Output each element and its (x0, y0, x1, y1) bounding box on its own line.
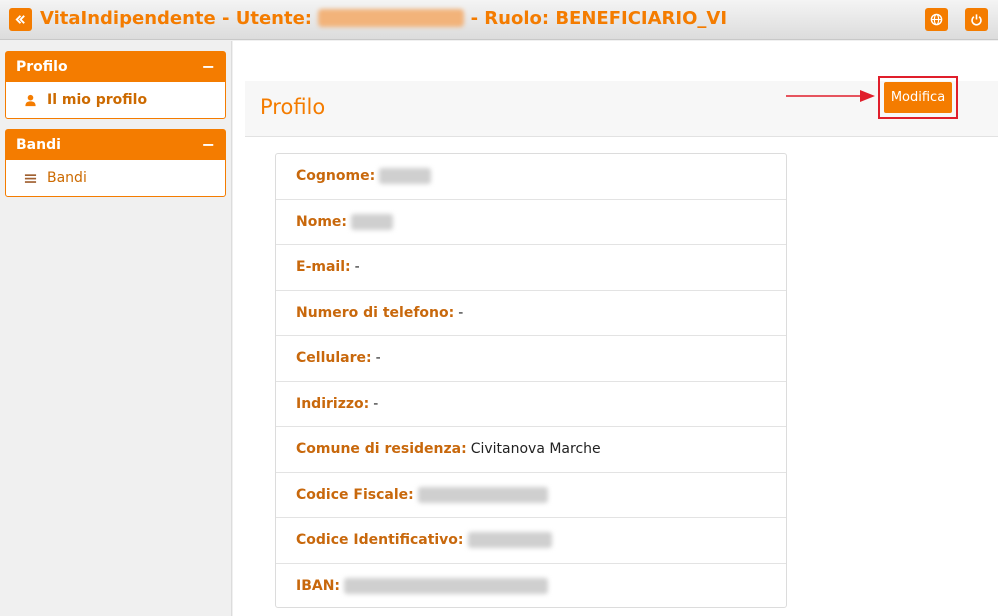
highlight-box: Modifica (878, 76, 958, 119)
panel-profilo-header[interactable]: Profilo − (6, 52, 225, 82)
redacted-value (417, 486, 548, 503)
power-icon (971, 14, 982, 26)
field-label: Cognome: (296, 168, 376, 185)
field-value: - (375, 350, 381, 367)
field-label: Codice Fiscale: (296, 486, 414, 503)
field-nome: Nome: (276, 200, 786, 245)
logout-button[interactable] (965, 8, 988, 31)
user-icon (25, 94, 36, 106)
field-comune-residenza: Comune di residenza: Civitanova Marche (276, 427, 786, 473)
field-codice-identificativo: Codice Identificativo: (276, 518, 786, 564)
field-value: - (354, 259, 360, 276)
sidebar-item-bandi[interactable]: Bandi (6, 160, 225, 196)
redacted-value (351, 213, 394, 230)
redacted-value (344, 578, 549, 595)
field-numero-telefono: Numero di telefono: - (276, 291, 786, 336)
field-label: Comune di residenza: (296, 441, 467, 458)
field-label: Nome: (296, 213, 348, 230)
double-chevron-left-icon (15, 15, 25, 24)
field-label: E-mail: (296, 259, 351, 276)
sidebar-item-il-mio-profilo[interactable]: Il mio profilo (6, 82, 225, 118)
field-value: - (373, 395, 379, 412)
collapse-icon[interactable]: − (202, 59, 215, 75)
field-label: IBAN: (296, 578, 341, 595)
title-prefix: VitaIndipendente - Utente: (40, 8, 312, 29)
redacted-value (467, 532, 552, 549)
field-iban: IBAN: (276, 564, 786, 610)
profile-card: Cognome: Nome: E-mail: - Numero di telef… (275, 153, 787, 608)
field-cellulare: Cellulare: - (276, 336, 786, 382)
field-label: Codice Identificativo: (296, 532, 464, 549)
collapse-icon[interactable]: − (202, 137, 215, 153)
field-value: Civitanova Marche (470, 441, 601, 458)
collapse-sidebar-button[interactable] (9, 8, 32, 31)
list-icon (24, 173, 37, 183)
field-value: - (458, 304, 464, 321)
panel-bandi: Bandi − Bandi (5, 129, 226, 197)
sidebar-item-label: Il mio profilo (47, 92, 148, 108)
annotation-arrow-icon (786, 90, 875, 102)
redacted-username (318, 9, 465, 27)
panel-title: Bandi (16, 137, 61, 153)
title-role: - Ruolo: BENEFICIARIO_VI (470, 8, 728, 29)
field-indirizzo: Indirizzo: - (276, 382, 786, 427)
redacted-value (379, 168, 432, 185)
panel-title: Profilo (16, 59, 68, 75)
top-bar: VitaIndipendente - Utente: - Ruolo: BENE… (0, 0, 998, 40)
field-email: E-mail: - (276, 245, 786, 291)
field-label: Numero di telefono: (296, 304, 455, 321)
field-label: Cellulare: (296, 350, 372, 367)
modifica-button[interactable]: Modifica (884, 82, 952, 113)
app-title: VitaIndipendente - Utente: - Ruolo: BENE… (40, 8, 727, 29)
page-title: Profilo (260, 95, 326, 119)
field-codice-fiscale: Codice Fiscale: (276, 473, 786, 518)
language-button[interactable] (925, 8, 948, 31)
main-content: Profilo Modifica Cognome: Nome: E-mail: … (233, 41, 998, 616)
sidebar-item-label: Bandi (47, 170, 87, 186)
field-cognome: Cognome: (276, 154, 786, 200)
globe-icon (930, 13, 943, 26)
panel-bandi-header[interactable]: Bandi − (6, 130, 225, 160)
field-label: Indirizzo: (296, 395, 370, 412)
sidebar: Profilo − Il mio profilo Bandi − Bandi (0, 41, 232, 616)
panel-profilo: Profilo − Il mio profilo (5, 51, 226, 119)
